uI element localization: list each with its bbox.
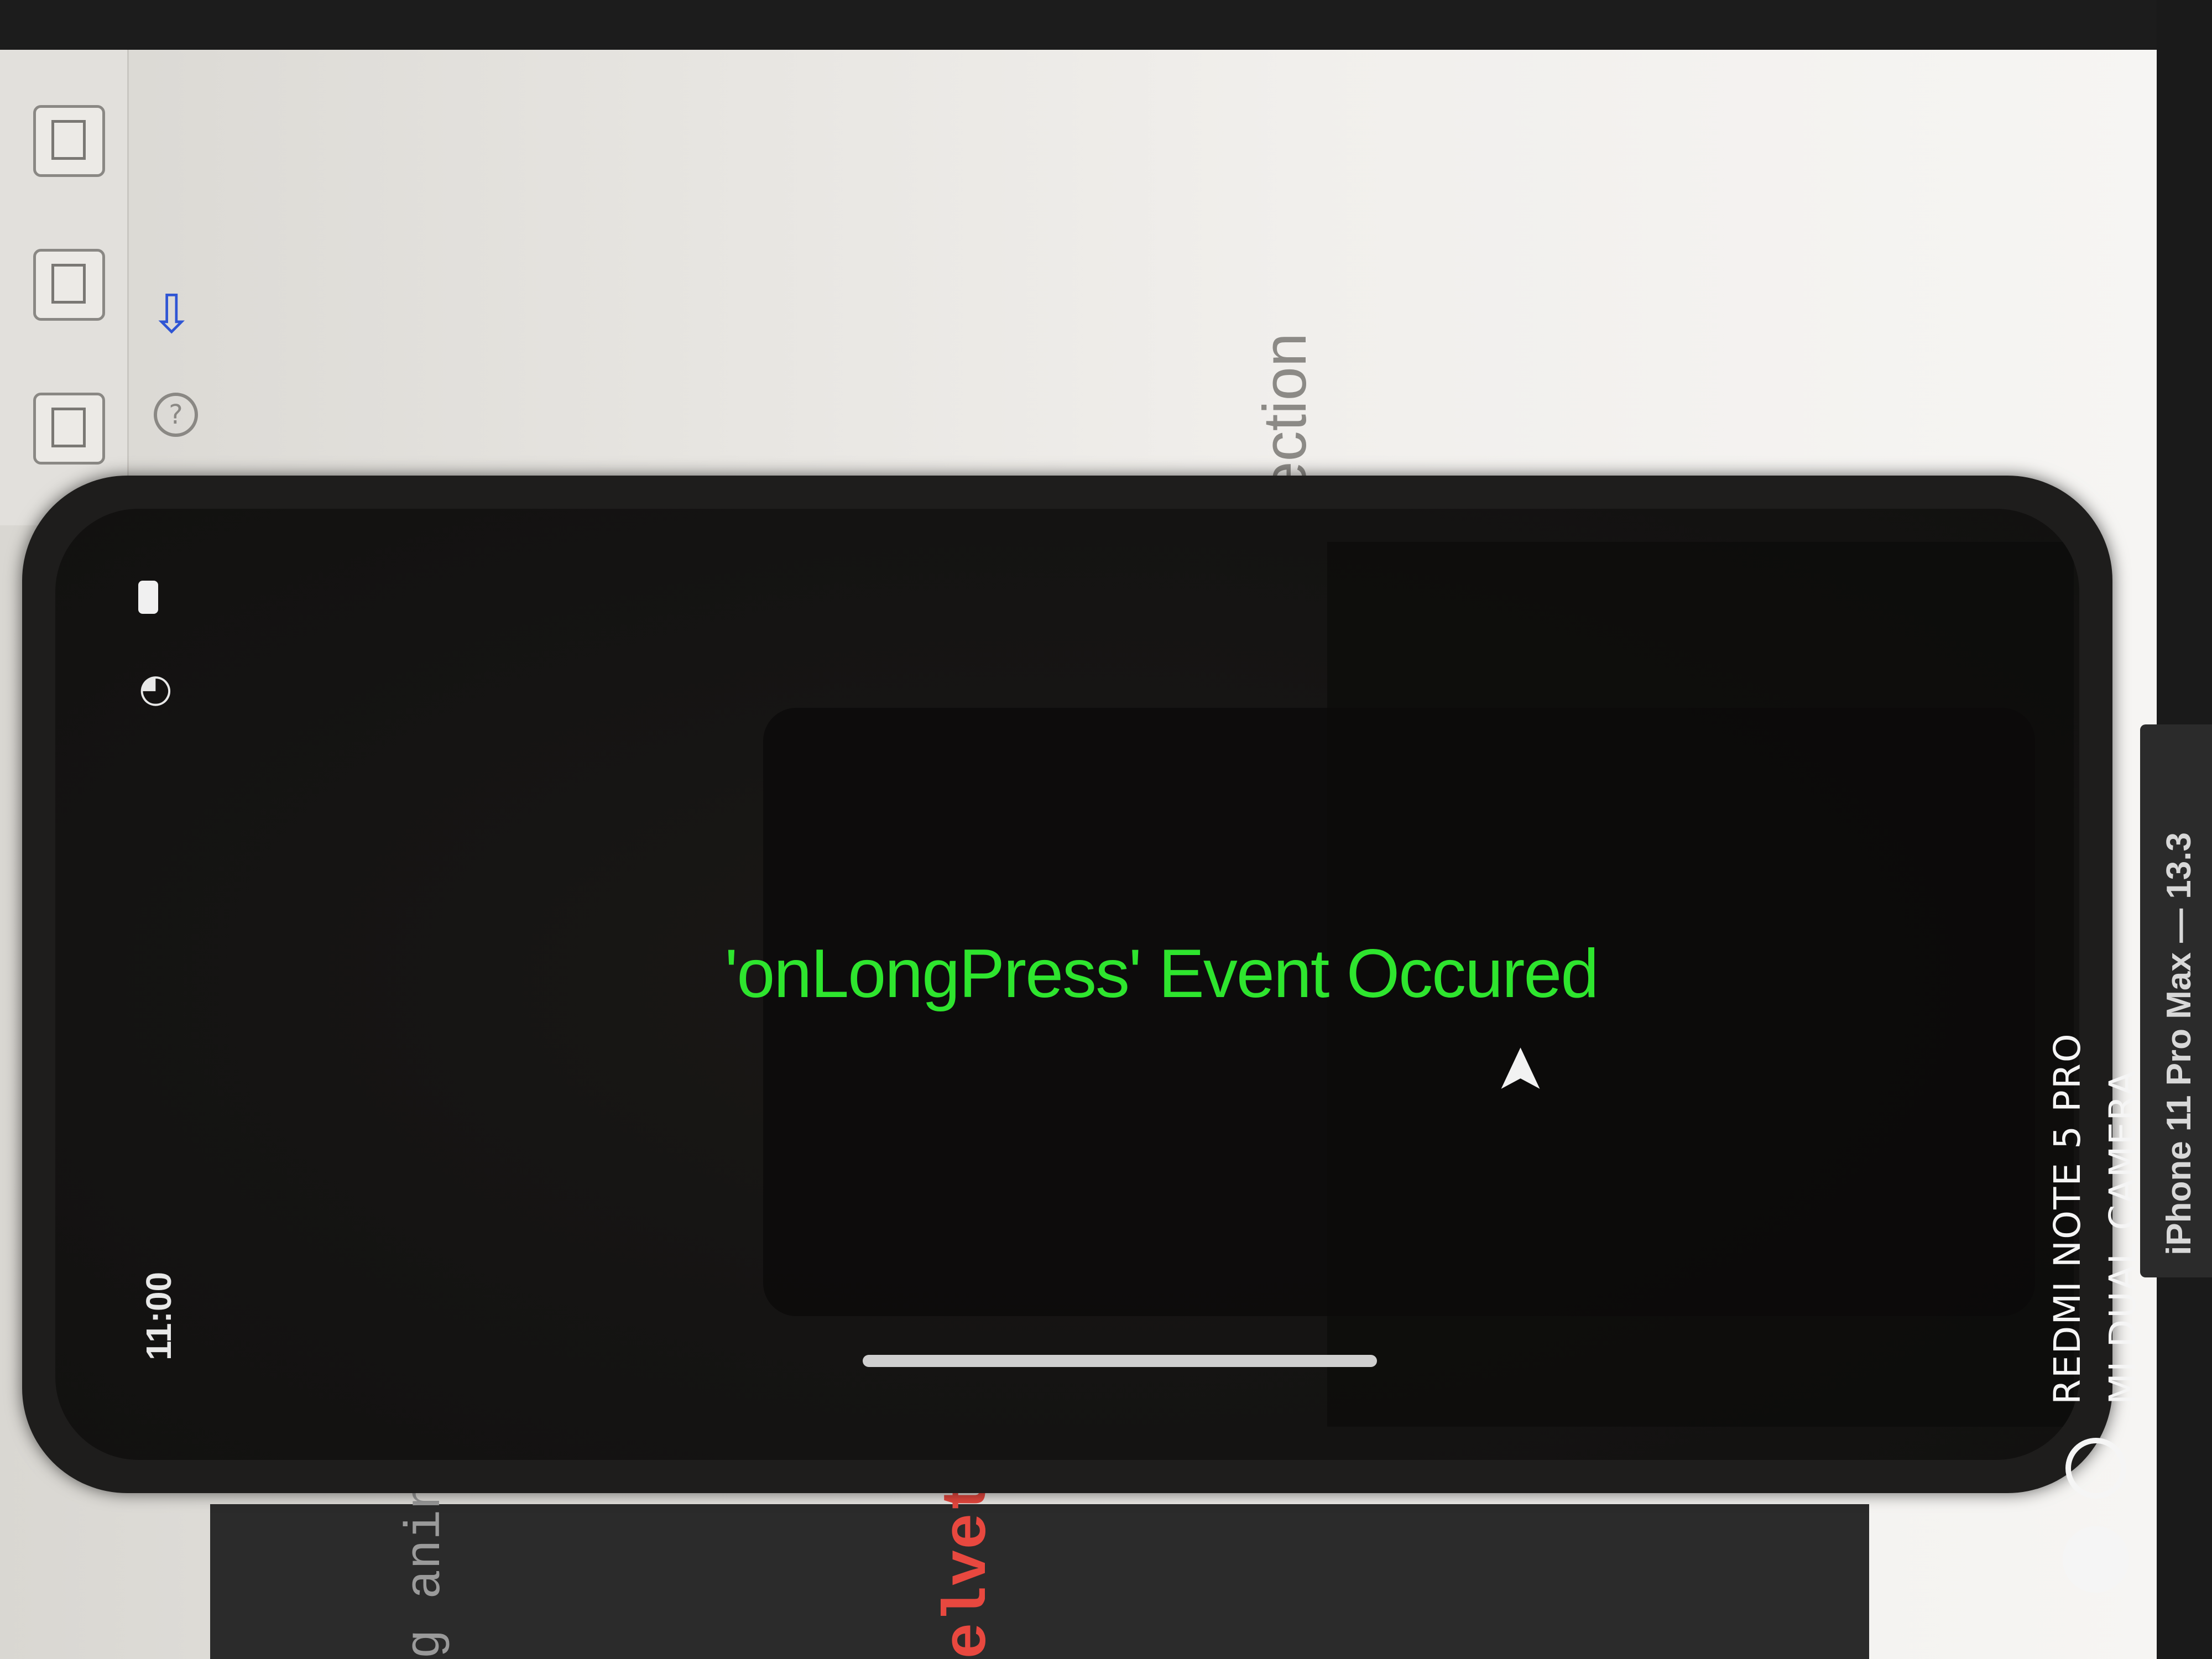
watermark-circle-outline-icon [2065,1438,2126,1499]
battery-icon [138,581,158,614]
mouse-pointer-icon: ➤ [1483,1044,1554,1096]
layout-button-3[interactable] [33,393,105,465]
camera-watermark-line1: REDMI NOTE 5 PRO [2046,1032,2089,1405]
layout-button-2[interactable] [33,249,105,321]
home-indicator[interactable] [863,1355,1377,1367]
event-message: 'onLongPress' Event Occured [724,936,1599,1012]
wifi-icon: ◔ [129,674,175,708]
inspector-arrow-icon[interactable]: ⇩ [149,288,194,341]
editor-toolbar [0,50,129,525]
simulator-device-label: iPhone 11 Pro Max — 13.3 [2160,832,2198,1255]
simulator-screen[interactable]: 11:00 ◔ 'onLongPress' Event Occured ➤ [55,509,2079,1460]
code-fragment: g anin [398,1479,455,1659]
help-icon[interactable]: ? [154,393,198,437]
camera-watermark-line2: MI DUAL CAMERA [2101,1070,2144,1405]
layout-icon [51,408,86,447]
code-editor-pane [210,1504,1869,1659]
iphone-simulator-frame: 11:00 ◔ 'onLongPress' Event Occured ➤ [22,476,2112,1493]
layout-icon [51,120,86,160]
layout-button-1[interactable] [33,105,105,177]
monitor-bezel-top [0,0,2212,55]
status-bar-time: 11:00 [139,1271,179,1360]
watermark-circle-filled-icon [2063,1526,2129,1593]
photo-scene: ⇩ ? lection g anin elvetic 11:00 ◔ 'onLo… [0,0,2212,1659]
layout-icon [51,264,86,304]
